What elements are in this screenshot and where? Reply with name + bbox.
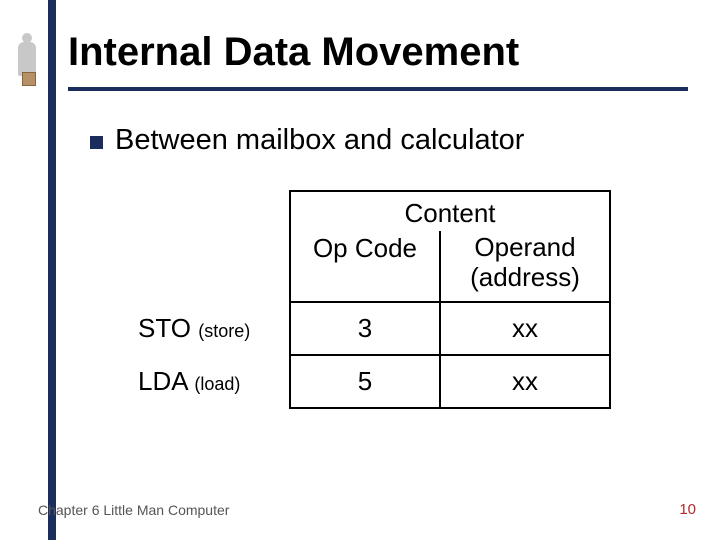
opcode-cell: 3 [290, 302, 440, 355]
operand-header-line1: Operand [474, 232, 575, 262]
person-icon [18, 42, 36, 76]
opcode-cell: 5 [290, 355, 440, 408]
table-row: STO (store) 3 xx [130, 302, 610, 355]
box-icon [22, 72, 36, 86]
bullet-item: Between mailbox and calculator [90, 124, 524, 157]
empty-cell [130, 231, 290, 302]
operand-cell: xx [440, 355, 610, 408]
empty-cell [130, 191, 290, 231]
mnemonic: LDA [138, 366, 187, 396]
operand-cell: xx [440, 302, 610, 355]
content-header: Content [290, 191, 610, 231]
vertical-accent-bar [48, 0, 56, 540]
footer-chapter: Chapter 6 Little Man Computer [38, 502, 229, 518]
mnemonic-meaning: (store) [198, 321, 250, 341]
slide-title: Internal Data Movement [68, 30, 519, 75]
mnemonic-cell: STO (store) [130, 302, 290, 355]
mnemonic-cell: LDA (load) [130, 355, 290, 408]
opcode-header: Op Code [290, 231, 440, 302]
mnemonic: STO [138, 313, 191, 343]
instruction-table: Content Op Code Operand (address) STO (s… [130, 190, 611, 409]
table-row: LDA (load) 5 xx [130, 355, 610, 408]
title-underline [68, 87, 688, 91]
bullet-square-icon [90, 136, 103, 149]
operand-header-line2: (address) [470, 262, 580, 292]
footer-page-number: 10 [679, 501, 696, 518]
decorative-icon [12, 42, 42, 90]
operand-header: Operand (address) [440, 231, 610, 302]
bullet-text: Between mailbox and calculator [115, 124, 524, 157]
mnemonic-meaning: (load) [194, 374, 240, 394]
slide: Internal Data Movement Between mailbox a… [0, 0, 720, 540]
